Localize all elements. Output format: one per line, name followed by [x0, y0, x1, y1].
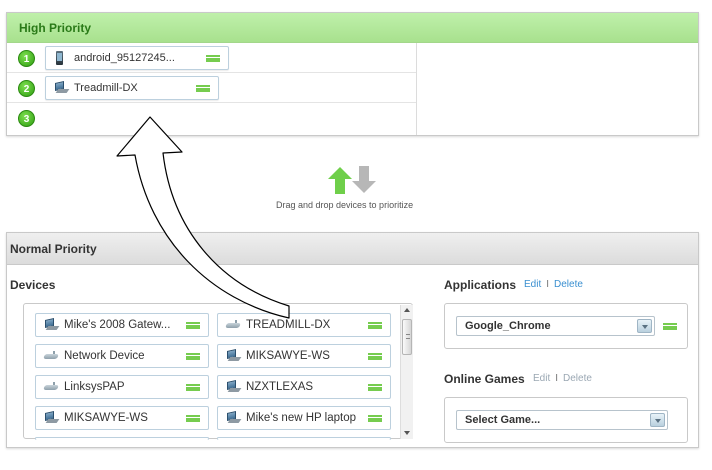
device-label: Mike's 2008 Gatew...	[64, 319, 171, 331]
device-chip[interactable]: Mike's 2008 Gatew...	[35, 313, 209, 337]
device-label: TREADMILL-DX	[246, 319, 331, 331]
priority-number-3: 3	[18, 110, 35, 127]
drag-handle-icon[interactable]	[186, 384, 200, 391]
applications-box: Google_Chrome	[444, 303, 688, 349]
device-label: LinksysPAP	[64, 381, 125, 393]
device-label: MIKSAWYE-WS	[246, 350, 330, 362]
drag-handle-icon[interactable]	[186, 322, 200, 329]
device-chip-partial[interactable]	[35, 437, 209, 440]
priority-slot-2[interactable]: 2 Treadmill-DX	[7, 73, 416, 103]
game-select[interactable]: Select Game...	[456, 410, 668, 430]
application-select[interactable]: Google_Chrome	[456, 316, 655, 336]
device-chip[interactable]: LinksysPAP	[35, 375, 209, 399]
phone-icon	[56, 51, 63, 65]
device-label: Mike's new HP laptop	[246, 412, 357, 424]
applications-delete-link[interactable]: Delete	[554, 279, 583, 290]
online-games-edit-link[interactable]: Edit	[533, 373, 550, 384]
high-priority-slots: 1 android_95127245... 2 Treadmill-DX 3	[7, 43, 417, 135]
device-chip[interactable]: MIKSAWYE-WS	[217, 344, 391, 368]
device-chip[interactable]: NZXTLEXAS	[217, 375, 391, 399]
drag-handle-icon[interactable]	[206, 55, 220, 62]
device-chip[interactable]: Mike's new HP laptop	[217, 406, 391, 430]
applications-title: Applications	[444, 278, 517, 292]
link-separator: I	[555, 373, 559, 384]
device-chip[interactable]: TREADMILL-DX	[217, 313, 391, 337]
drag-handle-icon[interactable]	[196, 85, 210, 92]
drag-handle-icon[interactable]	[186, 353, 200, 360]
online-games-title: Online Games	[444, 372, 525, 386]
device-label: NZXTLEXAS	[246, 381, 314, 393]
priority-number-1: 1	[18, 50, 35, 67]
online-games-delete-link[interactable]: Delete	[563, 373, 592, 384]
normal-priority-title: Normal Priority	[7, 233, 698, 265]
online-games-box: Select Game...	[444, 397, 688, 443]
applications-edit-links: Edit I Delete	[524, 279, 583, 290]
high-priority-panel: High Priority 1 android_95127245... 2 Tr…	[6, 12, 699, 136]
scroll-down-icon[interactable]	[404, 431, 410, 435]
device-chip[interactable]: MIKSAWYE-WS	[35, 406, 209, 430]
scroll-up-icon[interactable]	[404, 308, 410, 312]
link-separator: I	[546, 279, 550, 290]
device-label: Network Device	[64, 350, 145, 362]
drag-handle-icon[interactable]	[368, 415, 382, 422]
device-label: android_95127245...	[74, 52, 175, 64]
device-chip[interactable]: Network Device	[35, 344, 209, 368]
prioritize-arrows-icon	[328, 166, 376, 194]
laptop-icon	[226, 349, 242, 362]
devices-scrollbar[interactable]	[400, 305, 413, 439]
router-icon	[43, 351, 59, 359]
laptop-icon	[44, 411, 60, 424]
device-label: Treadmill-DX	[74, 82, 138, 94]
online-games-edit-links: Edit I Delete	[533, 373, 592, 384]
laptop-icon	[226, 380, 242, 393]
priority-slot-3[interactable]: 3	[7, 103, 416, 133]
router-icon	[225, 320, 241, 328]
chevron-down-icon[interactable]	[650, 413, 665, 427]
laptop-icon	[54, 81, 70, 94]
drag-handle-icon[interactable]	[663, 323, 677, 330]
priority-number-2: 2	[18, 80, 35, 97]
priority-slot-1[interactable]: 1 android_95127245...	[7, 43, 416, 73]
router-icon	[43, 382, 59, 390]
drag-handle-icon[interactable]	[186, 415, 200, 422]
applications-edit-link[interactable]: Edit	[524, 279, 541, 290]
normal-priority-panel: Normal Priority Devices Mike's 2008 Gate…	[6, 232, 699, 448]
laptop-icon	[44, 318, 60, 331]
device-label: MIKSAWYE-WS	[64, 412, 148, 424]
chevron-down-icon[interactable]	[637, 319, 652, 333]
scroll-thumb[interactable]	[402, 319, 412, 355]
devices-title: Devices	[10, 278, 56, 292]
priority-device-chip-2[interactable]: Treadmill-DX	[45, 76, 219, 100]
application-select-value: Google_Chrome	[465, 320, 551, 332]
laptop-icon	[226, 411, 242, 424]
game-select-value: Select Game...	[465, 414, 541, 426]
drag-handle-icon[interactable]	[368, 384, 382, 391]
drag-drop-hint: Drag and drop devices to prioritize	[276, 200, 414, 210]
high-priority-title: High Priority	[7, 13, 698, 43]
device-chip-partial[interactable]	[217, 437, 391, 440]
drag-handle-icon[interactable]	[368, 322, 382, 329]
drag-handle-icon[interactable]	[368, 353, 382, 360]
devices-list: Mike's 2008 Gatew... TREADMILL-DX Networ…	[23, 303, 413, 440]
priority-device-chip-1[interactable]: android_95127245...	[45, 46, 229, 70]
